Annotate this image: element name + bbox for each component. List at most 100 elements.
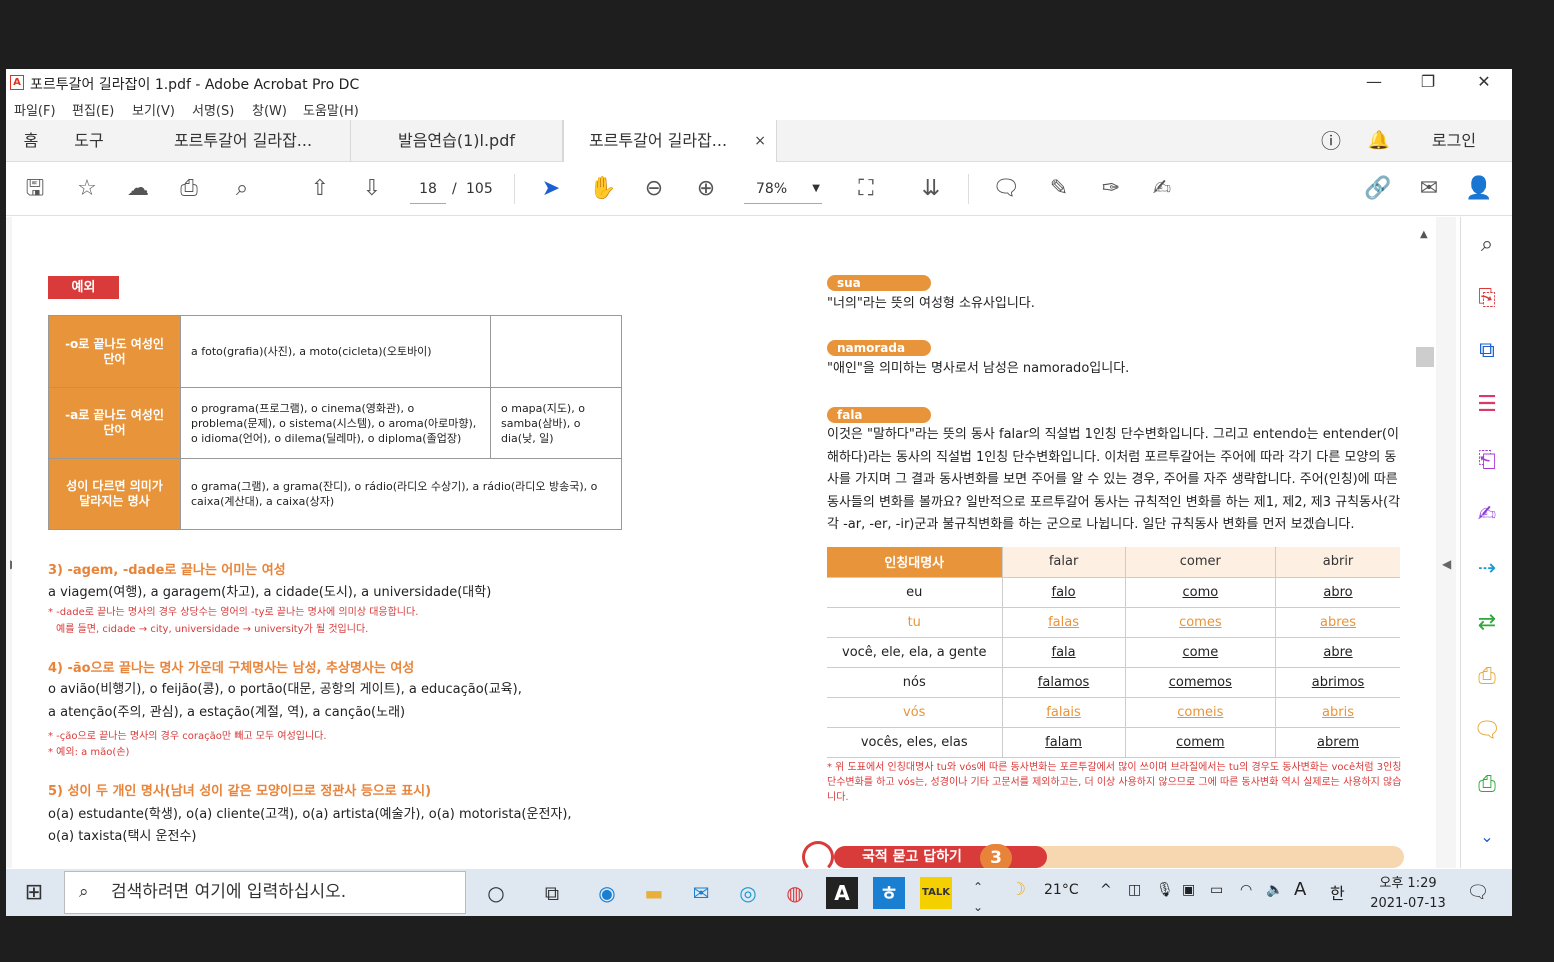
scroll-up-icon[interactable]: ▲ (1420, 229, 1428, 240)
help-icon[interactable]: ⓘ (1316, 120, 1346, 162)
keyword-text: "애인"을 의미하는 명사로서 남성은 namorado입니다. (827, 361, 1130, 376)
fit-page-icon[interactable]: ⛶ (851, 174, 881, 204)
comment-icon[interactable]: 🗨 (991, 174, 1021, 204)
camera-icon[interactable]: ◫ (1128, 882, 1141, 898)
table-cell: come (1124, 637, 1276, 668)
collapse-pane-icon[interactable]: ⌄ (1473, 823, 1501, 851)
cloud-upload-icon[interactable]: ☁ (123, 174, 153, 204)
search-app-icon[interactable]: ◎ (732, 877, 764, 909)
hand-tool-icon[interactable]: ✋ (588, 174, 618, 204)
bookmark-star-icon[interactable]: ☆ (72, 174, 102, 204)
stamp-icon[interactable]: ⎙ (1473, 663, 1501, 691)
tab-doc-2[interactable]: 발음연습(1)l.pdf (351, 120, 563, 162)
menu-help[interactable]: 도움말(H) (303, 100, 359, 119)
share-link-icon[interactable]: 🔗 (1363, 174, 1393, 204)
chevron-down-icon: ▼ (812, 183, 820, 194)
tab-tools[interactable]: 도구 (56, 120, 122, 162)
table-cell: abris (1275, 697, 1400, 728)
tab-doc-1[interactable]: 포르투갈어 길라잡... (136, 120, 351, 162)
print-production-icon[interactable]: ⎙ (1473, 771, 1501, 799)
restore-button[interactable]: ❐ (1400, 69, 1456, 96)
search-pane-icon[interactable]: ⌕ (1473, 231, 1501, 259)
table-cell: nós (827, 667, 1002, 698)
tray-chevron-icon[interactable]: ^ (1100, 882, 1112, 898)
page-up-icon[interactable]: ⇧ (305, 174, 335, 204)
section-banner: 국적 묻고 답하기 (834, 846, 1047, 868)
tab-close-icon[interactable]: × (754, 120, 766, 162)
find-icon[interactable]: ⌕ (227, 174, 257, 204)
cortana-icon[interactable]: ○ (480, 877, 512, 909)
table-cell: como (1124, 577, 1276, 608)
export-pdf-icon[interactable]: ⎗ (1473, 447, 1501, 475)
language-indicator[interactable]: 한 (1330, 880, 1345, 904)
table-cell: eu (827, 577, 1002, 608)
send-track-icon[interactable]: ⇢ (1473, 555, 1501, 583)
bell-icon[interactable]: 🔔 (1364, 120, 1394, 162)
display-icon[interactable]: ▣ (1182, 882, 1195, 898)
fill-sign-icon[interactable]: ✍ (1473, 501, 1501, 529)
right-panel-toggle-icon[interactable]: ◀ (1442, 557, 1451, 571)
draw-icon[interactable]: ✑ (1096, 174, 1126, 204)
document-viewport[interactable]: ▶ 예외 -o로 끝나도 여성인 단어 a foto(grafia)(사진), … (6, 217, 1456, 868)
ime-mode[interactable]: A (1294, 879, 1306, 900)
mail-icon[interactable]: ✉ (685, 877, 717, 909)
page-number-input[interactable]: 18 (410, 174, 446, 204)
moon-weather-icon[interactable]: ☽ (1010, 879, 1026, 900)
table-cell: comes (1124, 607, 1276, 638)
zoom-in-icon[interactable]: ⊕ (691, 174, 721, 204)
organize-pages-icon[interactable]: ☰ (1473, 391, 1501, 419)
table-row: 성이 다르면 의미가 달라지는 명사 o grama(그램), a grama(… (48, 458, 622, 530)
scroll-mode-icon[interactable]: ⇊ (916, 174, 946, 204)
tab-doc-3[interactable]: 포르투갈어 길라잡... × (563, 120, 777, 162)
menu-sign[interactable]: 서명(S) (192, 100, 234, 119)
create-pdf-icon[interactable]: ⎘ (1473, 285, 1501, 313)
close-window-button[interactable]: ✕ (1456, 69, 1512, 96)
kakaotalk-icon[interactable]: TALK (920, 877, 952, 909)
table-cell: -o로 끝나도 여성인 단어 (48, 315, 181, 388)
exception-table: -o로 끝나도 여성인 단어 a foto(grafia)(사진), a mot… (48, 315, 622, 530)
microphone-icon[interactable]: 🎙 (1156, 882, 1174, 898)
vertical-scrollbar[interactable]: ▲ (1416, 217, 1436, 868)
notification-icon[interactable]: 🗨 (1462, 877, 1494, 909)
save-icon[interactable]: 🖫 (20, 174, 50, 204)
volume-icon[interactable]: 🔈 (1266, 882, 1283, 898)
scroll-thumb[interactable] (1416, 347, 1434, 367)
taskbar-clock[interactable]: 오후 1:29 2021-07-13 (1368, 874, 1448, 914)
task-view-icon[interactable]: ⧉ (536, 877, 568, 909)
zoom-out-icon[interactable]: ⊖ (639, 174, 669, 204)
acrobat-taskbar-icon[interactable]: A (826, 877, 858, 909)
menu-file[interactable]: 파일(F) (14, 100, 56, 119)
menu-bar: 파일(F) 편집(E) 보기(V) 서명(S) 창(W) 도움말(H) (6, 96, 1512, 120)
minimize-button[interactable]: — (1346, 69, 1402, 96)
wifi-icon[interactable]: ◠ (1240, 882, 1252, 898)
weather-temp[interactable]: 21°C (1044, 882, 1079, 898)
battery-icon[interactable]: ▭ (1210, 882, 1223, 898)
chrome-icon[interactable]: ◍ (779, 877, 811, 909)
section-4-title: 4) -ão으로 끝나는 명사 가운데 구체명사는 남성, 추상명사는 여성 (48, 661, 415, 676)
zoom-select[interactable]: 78% ▼ (744, 174, 822, 204)
taskbar-search-input[interactable]: ⌕ 검색하려면 여기에 입력하십시오. (64, 871, 466, 914)
table-cell: comeis (1124, 697, 1276, 728)
page-down-icon[interactable]: ⇩ (357, 174, 387, 204)
tab-home[interactable]: 홈 (6, 120, 56, 162)
menu-window[interactable]: 창(W) (252, 100, 287, 119)
select-cursor-icon[interactable]: ➤ (536, 174, 566, 204)
table-cell: a foto(grafia)(사진), a moto(cicleta)(오토바이… (180, 315, 491, 388)
chevron-down-icon[interactable]: ⌄ (962, 891, 994, 923)
print-icon[interactable]: ⎙ (174, 174, 204, 204)
email-icon[interactable]: ✉ (1414, 174, 1444, 204)
file-explorer-icon[interactable]: ▬ (638, 877, 670, 909)
add-user-icon[interactable]: 👤 (1464, 174, 1494, 204)
comment-pane-icon[interactable]: 🗨 (1473, 717, 1501, 745)
menu-edit[interactable]: 편집(E) (72, 100, 114, 119)
table-header-cell: comer (1124, 547, 1276, 578)
edge-icon[interactable]: ◉ (591, 877, 623, 909)
combine-files-icon[interactable]: ⧉ (1473, 337, 1501, 365)
menu-view[interactable]: 보기(V) (132, 100, 175, 119)
compare-icon[interactable]: ⇄ (1473, 609, 1501, 637)
hangul-icon[interactable]: ㅎ (873, 877, 905, 909)
windows-start-icon[interactable]: ⊞ (18, 877, 50, 909)
fill-sign-icon[interactable]: ✍ (1147, 174, 1177, 204)
highlight-pen-icon[interactable]: ✎ (1044, 174, 1074, 204)
login-button[interactable]: 로그인 (1416, 120, 1492, 162)
